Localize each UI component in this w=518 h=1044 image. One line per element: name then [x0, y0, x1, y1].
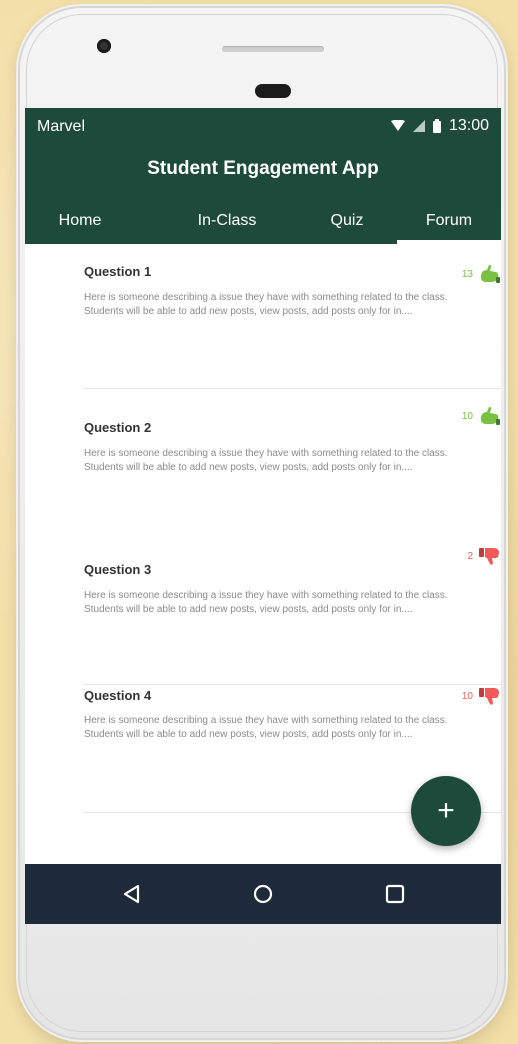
post-body: Here is someone describing a issue they … [84, 590, 448, 615]
earpiece-speaker [222, 46, 324, 52]
vote-count: 13 [461, 268, 473, 280]
back-button[interactable] [117, 880, 145, 908]
battery-icon [432, 119, 441, 133]
front-camera [97, 39, 111, 53]
post-title: Question 2 [84, 420, 152, 435]
active-tab-indicator [397, 240, 501, 244]
status-icons: 13:00 [390, 117, 489, 135]
vote-indicator[interactable]: 2 [467, 546, 501, 566]
post-body: Here is someone describing a issue they … [84, 448, 448, 473]
forum-post[interactable]: Question 1 13 Here is someone describing… [84, 256, 501, 386]
home-button[interactable] [249, 880, 277, 908]
back-triangle-icon [123, 884, 140, 904]
thumbs-up-icon [480, 406, 500, 425]
post-divider [84, 388, 501, 389]
app-title: Student Engagement App [147, 158, 379, 179]
vote-indicator[interactable]: 10 [462, 686, 501, 706]
home-circle-icon [253, 884, 273, 904]
vote-indicator[interactable]: 13 [462, 264, 501, 284]
tab-quiz[interactable]: Quiz [311, 212, 383, 230]
post-title: Question 1 [84, 264, 152, 279]
vote-count: 10 [461, 410, 473, 422]
vote-count: 2 [467, 550, 473, 562]
recents-square-icon [385, 884, 405, 904]
forum-post[interactable]: 10 Question 2 Here is someone describing… [84, 396, 501, 526]
signal-icon [412, 120, 425, 132]
add-post-button[interactable]: + [411, 776, 481, 846]
wifi-icon [390, 120, 405, 131]
recents-button[interactable] [381, 880, 409, 908]
carrier-name: Marvel [37, 118, 86, 135]
app-screen: Marvel 13:00 Student Engagement App Home… [25, 108, 501, 924]
tab-in-class[interactable]: In-Class [175, 212, 279, 230]
tab-home[interactable]: Home [39, 212, 121, 230]
thumbs-down-icon [479, 548, 499, 565]
status-time: 13:00 [448, 117, 489, 134]
thumbs-up-icon [480, 264, 500, 283]
android-nav-bar [25, 864, 501, 924]
post-body: Here is someone describing a issue they … [84, 715, 448, 740]
vote-indicator[interactable]: 10 [462, 406, 501, 426]
post-body: Here is someone describing a issue they … [84, 292, 448, 317]
tab-forum[interactable]: Forum [397, 212, 501, 230]
vote-count: 10 [461, 690, 473, 702]
tab-bar: Home In-Class Quiz Forum [25, 204, 501, 244]
post-title: Question 4 [84, 688, 152, 703]
proximity-sensor [255, 84, 291, 98]
post-title: Question 3 [84, 562, 152, 577]
forum-post[interactable]: 2 Question 3 Here is someone describing … [84, 536, 501, 666]
app-header: Marvel 13:00 Student Engagement App Home… [25, 108, 501, 244]
thumbs-down-icon [479, 688, 499, 705]
